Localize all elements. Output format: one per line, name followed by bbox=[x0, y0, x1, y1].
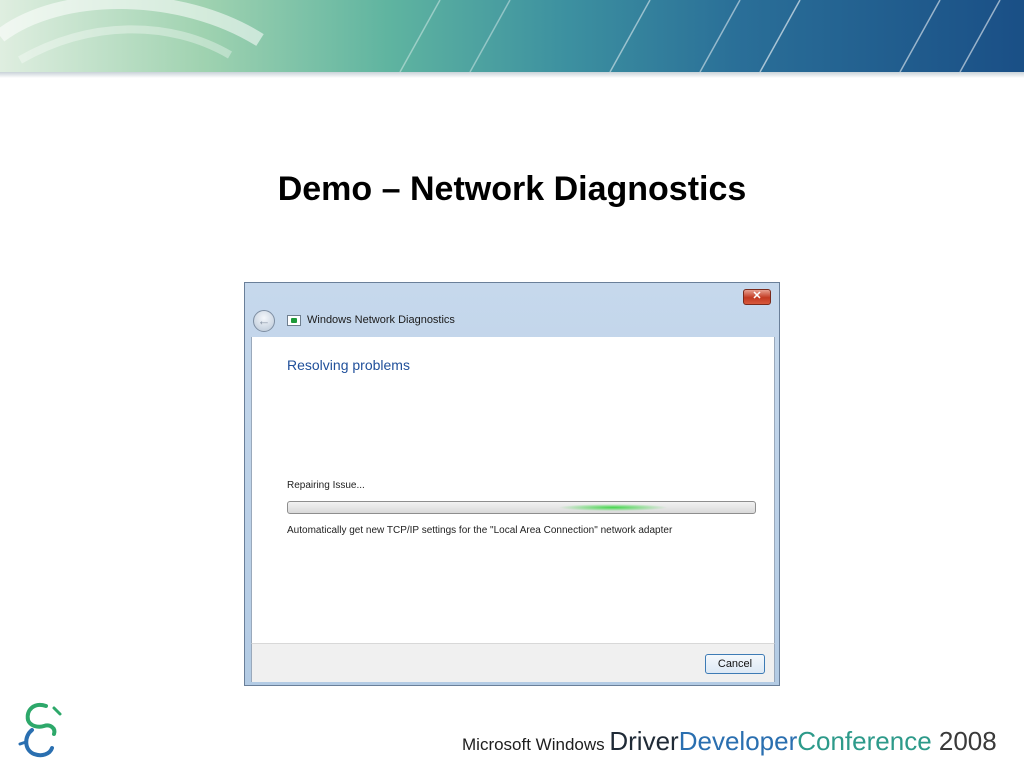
banner-decoration bbox=[0, 0, 1001, 72]
dialog-heading: Resolving problems bbox=[287, 357, 410, 373]
conference-branding: Microsoft Windows DriverDeveloperConfere… bbox=[462, 726, 997, 757]
brand-microsoft-windows: Microsoft Windows bbox=[462, 735, 610, 754]
window-title: Windows Network Diagnostics bbox=[307, 314, 455, 326]
cancel-button[interactable]: Cancel bbox=[705, 654, 765, 674]
ddc-logo-icon bbox=[18, 703, 62, 758]
brand-developer: Developer bbox=[678, 726, 798, 756]
progress-detail-text: Automatically get new TCP/IP settings fo… bbox=[287, 525, 673, 536]
status-label: Repairing Issue... bbox=[287, 480, 365, 491]
progress-bar bbox=[287, 501, 756, 514]
back-arrow-icon: ← bbox=[257, 313, 271, 328]
progress-glow bbox=[558, 504, 668, 511]
network-diagnostics-window: ✕ ← Windows Network Diagnostics Resolvin… bbox=[244, 282, 780, 686]
slide-title: Demo – Network Diagnostics bbox=[277, 170, 747, 208]
brand-year: 2008 bbox=[931, 726, 997, 756]
close-button[interactable]: ✕ bbox=[743, 289, 771, 305]
brand-conference: Conference bbox=[797, 726, 932, 756]
banner-shadow bbox=[0, 72, 1024, 78]
dialog-content: Resolving problems Repairing Issue... Au… bbox=[251, 337, 775, 643]
back-button[interactable]: ← bbox=[253, 310, 275, 332]
brand-driver: Driver bbox=[609, 726, 679, 756]
network-diagnostics-icon bbox=[287, 315, 301, 326]
dialog-footer: Cancel bbox=[251, 643, 775, 682]
close-icon: ✕ bbox=[752, 290, 762, 302]
header-banner bbox=[0, 0, 1024, 72]
